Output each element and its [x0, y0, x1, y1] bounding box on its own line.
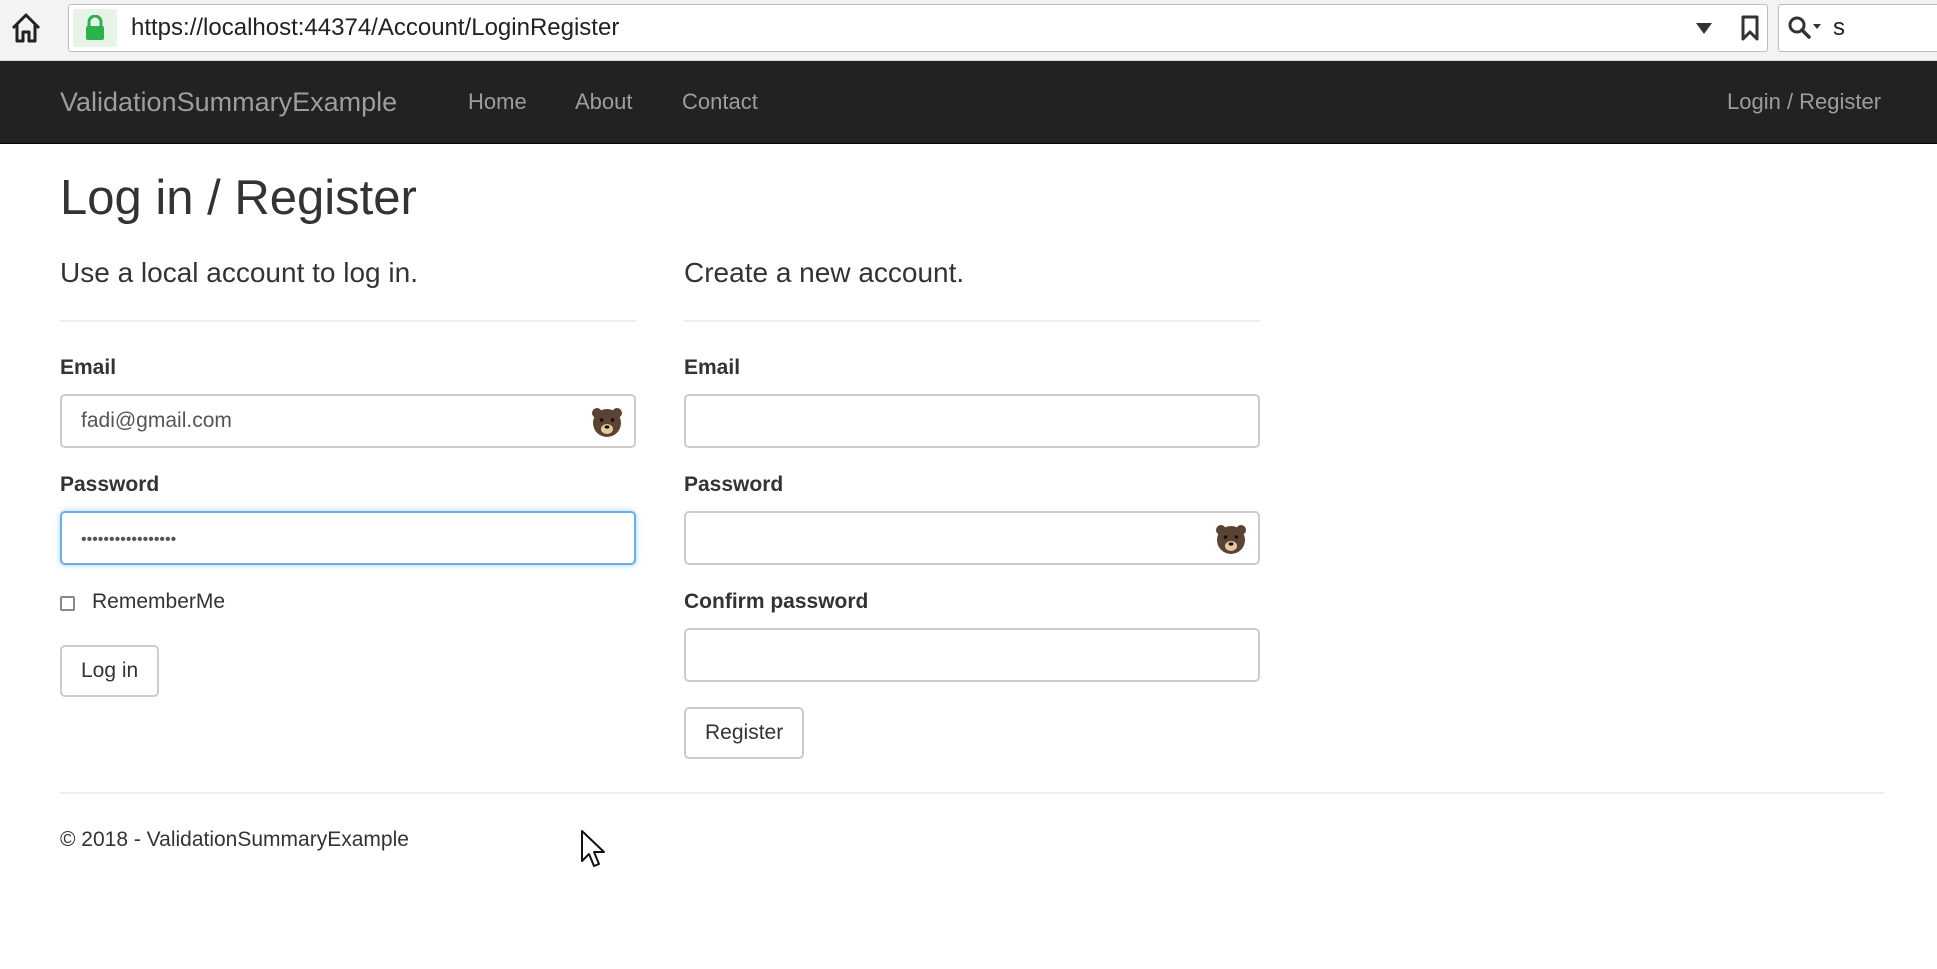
nav-contact-link[interactable]: Contact — [682, 61, 758, 143]
register-heading: Create a new account. — [684, 257, 965, 288]
register-divider — [684, 320, 1260, 322]
brand-link[interactable]: ValidationSummaryExample — [60, 61, 397, 143]
site-navbar: ValidationSummaryExample Home About Cont… — [0, 61, 1937, 144]
nav-about-link[interactable]: About — [575, 61, 633, 143]
login-section: Use a local account to log in. Email fad… — [60, 250, 636, 697]
register-email-label: Email — [684, 356, 741, 379]
login-divider — [60, 320, 636, 322]
login-email-label: Email — [60, 356, 117, 379]
register-button[interactable]: Register — [684, 707, 805, 759]
login-password-label: Password — [60, 473, 160, 496]
footer-copyright: © 2018 - ValidationSummaryExample — [60, 828, 409, 851]
register-confirm-label: Confirm password — [684, 590, 869, 613]
login-heading: Use a local account to log in. — [60, 257, 418, 288]
page-title: Log in / Register — [60, 171, 417, 225]
register-confirm-input[interactable] — [684, 628, 1260, 682]
lock-icon[interactable] — [73, 9, 117, 47]
footer-divider — [60, 792, 1884, 794]
mouse-cursor-icon — [581, 830, 605, 867]
search-input[interactable]: s — [1833, 5, 1845, 51]
login-password-value: ••••••••••••••••• — [81, 531, 177, 548]
register-password-input[interactable] — [684, 511, 1260, 565]
search-icon[interactable] — [1787, 15, 1827, 41]
remember-me-checkbox[interactable] — [60, 596, 75, 611]
nav-login-register-link[interactable]: Login / Register — [1727, 61, 1881, 143]
bear-icon[interactable] — [1214, 522, 1248, 556]
register-section: Create a new account. Email Password Con… — [684, 250, 1260, 759]
address-bar[interactable]: https://localhost:44374/Account/LoginReg… — [68, 4, 1768, 52]
register-email-input[interactable] — [684, 394, 1260, 448]
browser-toolbar: https://localhost:44374/Account/LoginReg… — [0, 0, 1937, 61]
url-text[interactable]: https://localhost:44374/Account/LoginReg… — [131, 5, 619, 51]
nav-home-link[interactable]: Home — [468, 61, 527, 143]
home-icon[interactable] — [4, 6, 48, 50]
bookmark-icon[interactable] — [1737, 14, 1763, 42]
login-password-input[interactable]: ••••••••••••••••• — [60, 511, 636, 565]
login-email-input[interactable]: fadi@gmail.com — [60, 394, 636, 448]
chevron-down-icon[interactable] — [1691, 15, 1717, 41]
login-button[interactable]: Log in — [60, 645, 160, 697]
search-bar[interactable]: s — [1778, 4, 1937, 52]
bear-icon[interactable] — [590, 405, 624, 439]
register-password-label: Password — [684, 473, 784, 496]
remember-me-label[interactable]: RememberMe — [92, 590, 225, 614]
login-email-value: fadi@gmail.com — [81, 409, 232, 432]
